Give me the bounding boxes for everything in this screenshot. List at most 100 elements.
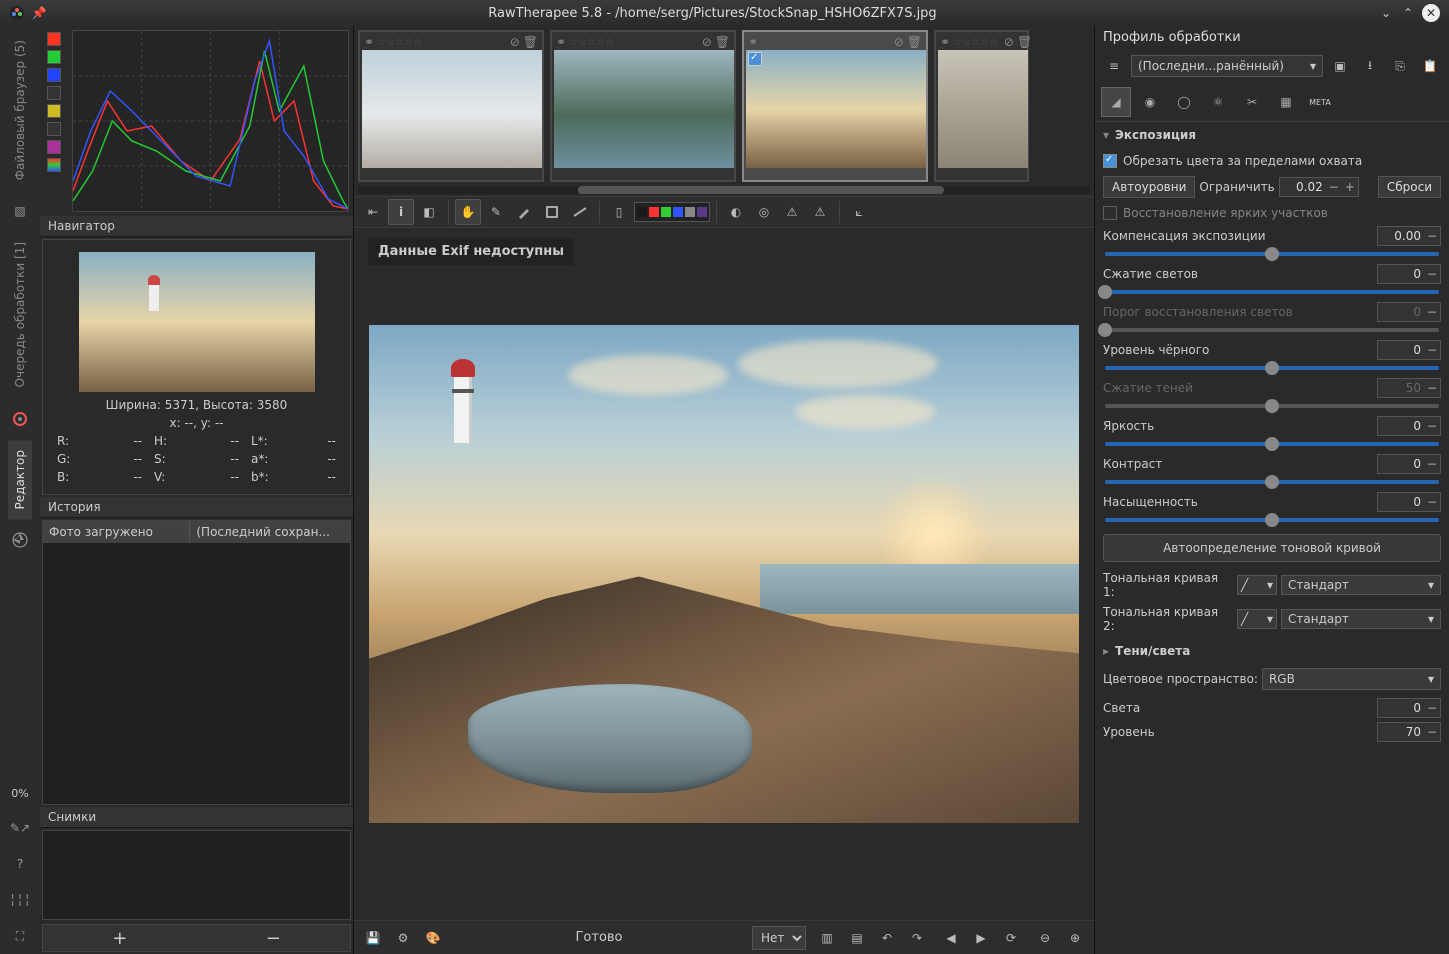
profile-save-icon[interactable]: ⭳ — [1357, 53, 1383, 79]
thumbnail[interactable]: ⚭☆☆☆☆☆⊘🗑 — [550, 30, 736, 182]
indicator-swatch[interactable] — [685, 207, 695, 217]
indicator-swatch[interactable] — [697, 207, 707, 217]
profile-selector[interactable]: (Последни...ранённый)▾ — [1131, 55, 1323, 77]
tone-curve-2-chip[interactable]: ╱▾ — [1237, 609, 1277, 629]
histogram-channel-swatch[interactable] — [47, 122, 61, 136]
link-icon[interactable]: ⚭ — [364, 35, 374, 49]
hand-tool[interactable]: ✋ — [455, 199, 481, 225]
slider-track[interactable] — [1105, 366, 1439, 370]
folder-icon[interactable]: ▧ — [8, 199, 32, 223]
flip-h-icon[interactable]: ▥ — [814, 925, 840, 951]
profile-paste-icon[interactable]: 📋 — [1417, 53, 1443, 79]
param-slider[interactable]: Уровень чёрного− — [1103, 338, 1441, 376]
close-button[interactable]: ✕ — [1422, 4, 1440, 22]
zoom-in-button[interactable]: + — [43, 925, 197, 951]
nav-next-icon[interactable]: ▶ — [968, 925, 994, 951]
soft-proof-icon[interactable]: ◐ — [723, 199, 749, 225]
zoom-in-icon[interactable]: ⊕ — [1062, 925, 1088, 951]
profile-load-icon[interactable]: ▣ — [1327, 53, 1353, 79]
preferences-icon[interactable]: ╎╎╎ — [8, 888, 32, 912]
slider-track[interactable] — [1105, 252, 1439, 256]
slider-track[interactable] — [1105, 442, 1439, 446]
histogram-canvas[interactable] — [72, 30, 349, 212]
sync-icon[interactable]: ⟳ — [998, 925, 1024, 951]
maximize-button[interactable]: ⌃ — [1400, 5, 1416, 21]
tab-queue[interactable]: Очередь обработки [1] — [8, 232, 32, 397]
tone-curve-1-chip[interactable]: ╱▾ — [1237, 575, 1277, 595]
zoom-out-button[interactable]: − — [197, 925, 351, 951]
save-icon[interactable]: 💾 — [360, 925, 386, 951]
histogram-channel-swatch[interactable] — [47, 104, 61, 118]
limit-spinner[interactable]: −+ — [1279, 177, 1359, 197]
slider-track[interactable] — [1105, 518, 1439, 522]
tone-curve-1-mode[interactable]: Стандарт▾ — [1281, 575, 1441, 595]
slider-spinner[interactable]: − — [1377, 416, 1441, 436]
clip-checkbox[interactable] — [1103, 154, 1117, 168]
panel-toggle-icon[interactable]: ⇤ — [360, 199, 386, 225]
histogram-channel-swatch[interactable] — [47, 86, 61, 100]
tab-transform-icon[interactable]: ✂ — [1237, 87, 1267, 117]
histogram-channel-swatch[interactable] — [47, 32, 61, 46]
tab-raw-icon[interactable]: ▦ — [1271, 87, 1301, 117]
profile-copy-icon[interactable]: ⎘ — [1387, 53, 1413, 79]
trash-icon[interactable]: 🗑 — [715, 35, 730, 49]
tab-advanced-icon[interactable]: ⚛ — [1203, 87, 1233, 117]
aperture-icon[interactable] — [8, 528, 32, 552]
tab-meta-icon[interactable]: META — [1305, 87, 1335, 117]
indicator-swatch[interactable] — [649, 207, 659, 217]
histogram-channel-swatch[interactable] — [47, 68, 61, 82]
color-picker-tool[interactable] — [511, 199, 537, 225]
level-spinner[interactable]: − — [1377, 722, 1441, 742]
unrated-icon[interactable]: ⊘ — [702, 35, 712, 49]
rotate-icon[interactable]: ⟀ — [846, 199, 872, 225]
slider-spinner[interactable]: − — [1377, 492, 1441, 512]
slider-track[interactable] — [1105, 480, 1439, 484]
indicator-swatch[interactable] — [673, 207, 683, 217]
slider-spinner[interactable]: − — [1377, 454, 1441, 474]
slider-spinner[interactable]: − — [1377, 226, 1441, 246]
tab-detail-icon[interactable]: ◉ — [1135, 87, 1165, 117]
image-viewport[interactable]: Данные Exif недоступны — [354, 228, 1094, 920]
param-slider[interactable]: Насыщенность− — [1103, 490, 1441, 528]
trash-icon[interactable]: 🗑 — [523, 35, 538, 49]
highlight-recovery-checkbox[interactable] — [1103, 206, 1117, 220]
reset-button[interactable]: Сброси — [1378, 176, 1441, 198]
send-to-editor-icon[interactable]: ✎↗ — [8, 816, 32, 840]
help-icon[interactable]: ? — [8, 852, 32, 876]
rotate-right-icon[interactable]: ↷ — [904, 925, 930, 951]
minimize-button[interactable]: ⌄ — [1378, 5, 1394, 21]
tab-exposure-icon[interactable]: ◢ — [1101, 87, 1131, 117]
template-dropdown[interactable]: НетНет — [752, 926, 806, 950]
rotate-left-icon[interactable]: ↶ — [874, 925, 900, 951]
zoom-out-icon[interactable]: ⊖ — [1032, 925, 1058, 951]
param-slider[interactable]: Яркость− — [1103, 414, 1441, 452]
gamut-icon[interactable]: ◎ — [751, 199, 777, 225]
external-editor-icon[interactable]: 🎨 — [420, 925, 446, 951]
thumbnail-check-icon[interactable] — [748, 52, 762, 66]
flip-v-icon[interactable]: ▤ — [844, 925, 870, 951]
param-slider[interactable]: Контраст− — [1103, 452, 1441, 490]
unrated-icon[interactable]: ⊘ — [894, 35, 904, 49]
history-row[interactable]: Фото загружено(Последний сохран... — [43, 521, 350, 543]
tab-color-icon[interactable]: ◯ — [1169, 87, 1199, 117]
link-icon[interactable]: ⚭ — [556, 35, 566, 49]
trash-icon[interactable]: 🗑 — [907, 35, 922, 49]
slider-spinner[interactable]: − — [1377, 340, 1441, 360]
fullscreen-icon[interactable]: ⛶ — [8, 924, 32, 948]
histogram-channel-swatch[interactable] — [47, 140, 61, 154]
colorspace-selector[interactable]: RGB▾ — [1262, 668, 1441, 690]
history-list[interactable]: Фото загружено(Последний сохран... — [42, 520, 351, 805]
indicator-swatch[interactable] — [661, 207, 671, 217]
trash-icon[interactable]: 🗑 — [1017, 35, 1032, 49]
shadows-section-header[interactable]: ▸Тени/света — [1095, 638, 1449, 664]
link-icon[interactable]: ⚭ — [748, 35, 758, 49]
indicator-swatches[interactable] — [634, 202, 710, 222]
param-slider[interactable]: Компенсация экспозиции− — [1103, 224, 1441, 262]
tab-file-browser[interactable]: Файловый браузер (5) — [8, 30, 32, 190]
indicator-swatch[interactable] — [637, 207, 647, 217]
tab-editor[interactable]: Редактор — [8, 440, 32, 519]
tone-curve-2-mode[interactable]: Стандарт▾ — [1281, 609, 1441, 629]
indicator-toggle-a[interactable]: ▯ — [606, 199, 632, 225]
unrated-icon[interactable]: ⊘ — [510, 35, 520, 49]
clip-highlight-icon[interactable]: ⚠ — [779, 199, 805, 225]
